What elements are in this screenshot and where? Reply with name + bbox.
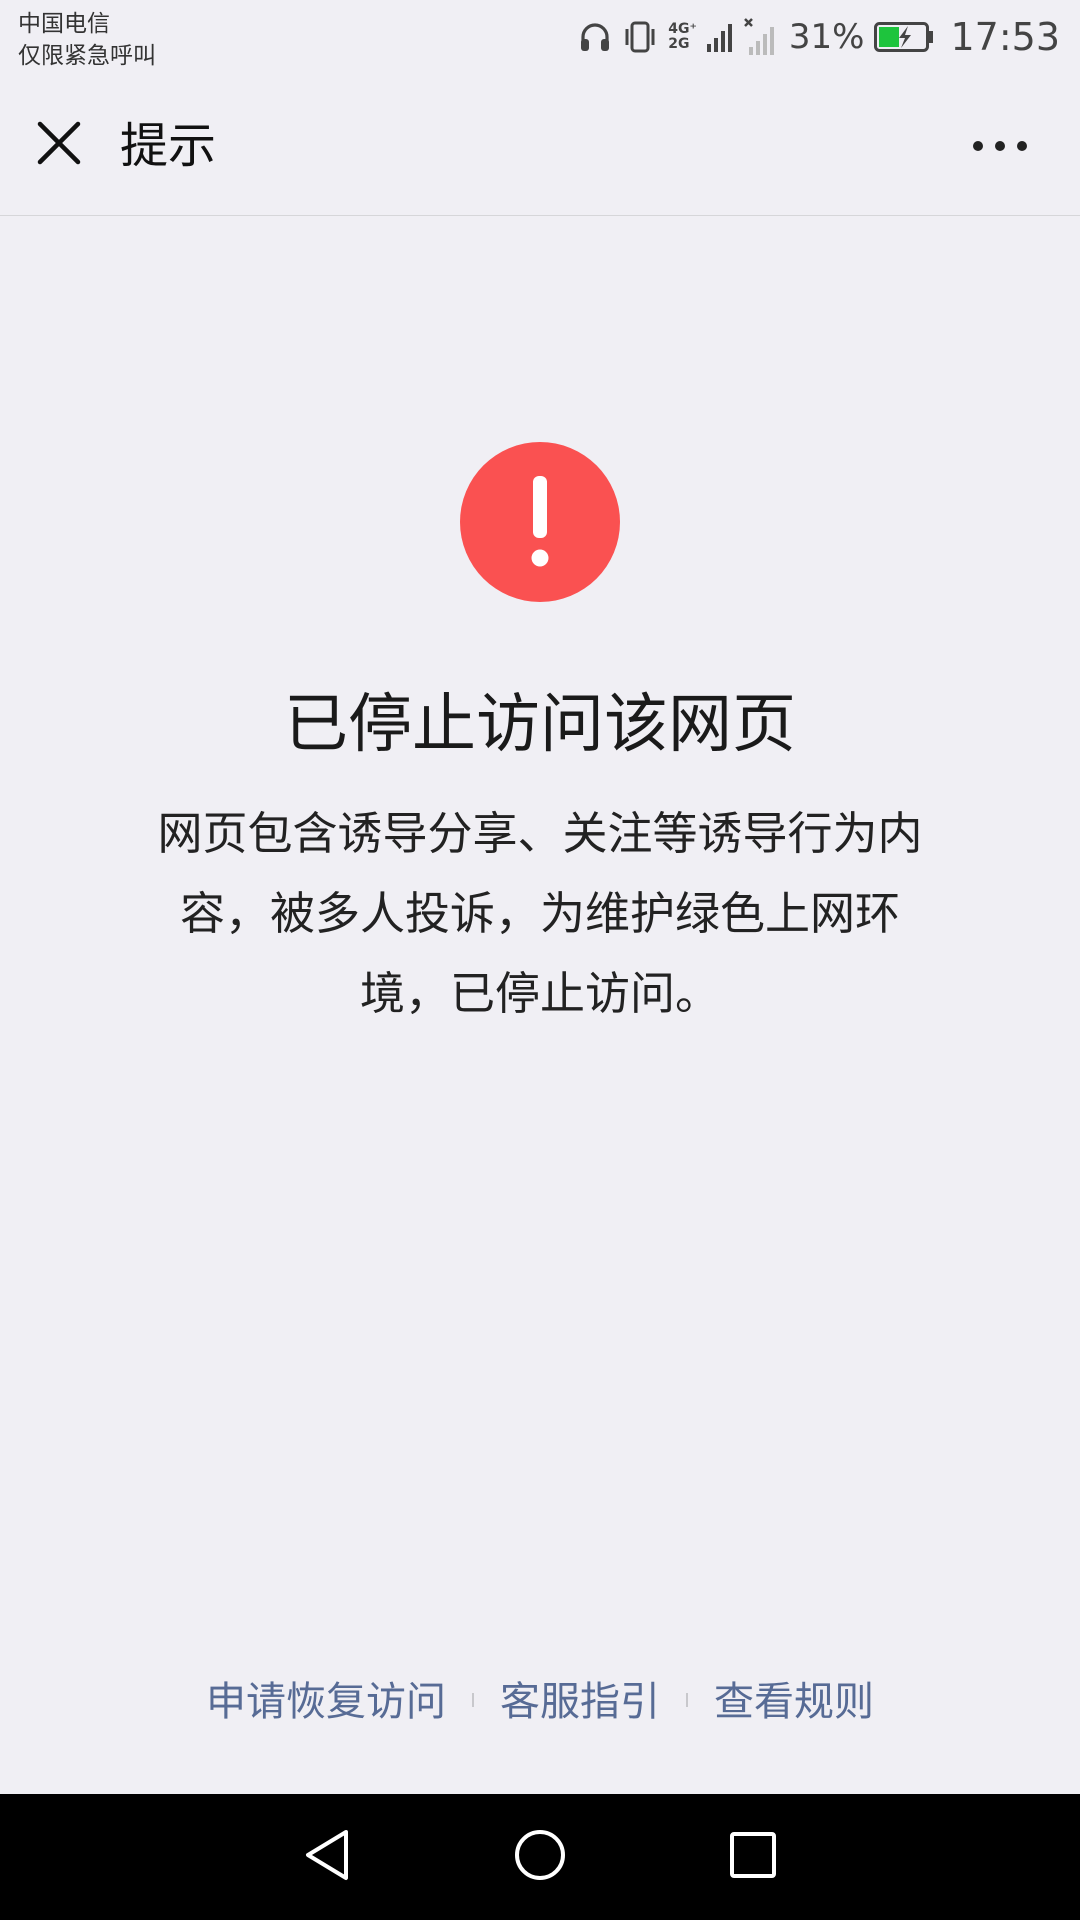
home-button[interactable] [500,1817,580,1897]
link-separator [686,1693,688,1707]
carrier-name: 中国电信 [18,11,110,37]
network-type-top: 4G⁺ [668,21,697,37]
network-type-bottom: 2G [668,36,690,52]
navigation-bar [0,1794,1080,1920]
recents-button[interactable] [713,1817,793,1897]
no-signal-icon [743,17,777,57]
carrier-info: 中国电信 仅限紧急呼叫 [18,8,156,72]
message-line-3: 境，已停止访问。 [359,967,720,1020]
battery-percent: 31% [788,17,865,57]
battery-charging-icon [874,22,934,52]
back-icon [302,1828,352,1886]
signal-icon [706,20,733,54]
close-icon [35,119,83,171]
network-type: 4G⁺ 2G [668,22,697,52]
headline: 已停止访问该网页 [284,688,796,762]
page-title: 提示 [120,118,217,174]
message-line-1: 网页包含诱导分享、关注等诱导行为内 [157,807,923,860]
status-bar: 中国电信 仅限紧急呼叫 4G⁺ 2G 31% 17:53 [0,0,1080,84]
emergency-only-text: 仅限紧急呼叫 [18,43,156,69]
title-bar: 提示 [0,84,1080,216]
appeal-restore-link[interactable]: 申请恢复访问 [206,1669,446,1727]
recents-icon [729,1831,777,1883]
back-button[interactable] [287,1817,367,1897]
message: 网页包含诱导分享、关注等诱导行为内 容，被多人投诉，为维护绿色上网环 境，已停止… [100,794,980,1034]
customer-service-link[interactable]: 客服指引 [500,1669,660,1727]
close-button[interactable] [24,110,94,180]
clock: 17:53 [950,15,1060,59]
vibrate-icon [622,19,658,55]
warning-icon [460,442,620,602]
view-rules-link[interactable]: 查看规则 [714,1669,874,1727]
link-separator [472,1693,474,1707]
headphones-icon [578,20,612,54]
footer-links: 申请恢复访问 客服指引 查看规则 [0,1666,1080,1730]
more-icon [972,137,1028,156]
more-button[interactable] [960,114,1040,178]
status-icons: 4G⁺ 2G 31% 17:53 [578,12,1060,62]
home-icon [513,1828,567,1886]
message-line-2: 容，被多人投诉，为维护绿色上网环 [179,887,900,940]
